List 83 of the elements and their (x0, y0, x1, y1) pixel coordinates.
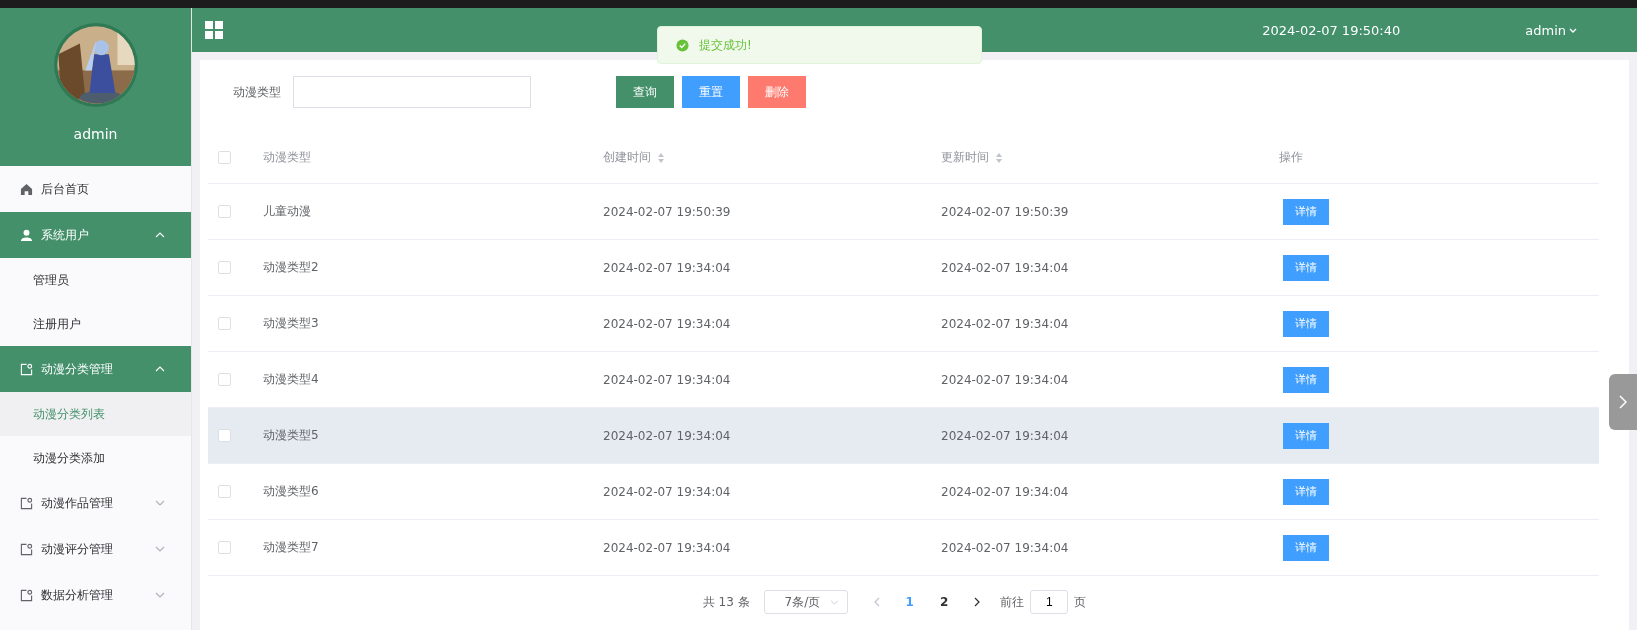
checkbox[interactable] (218, 485, 231, 498)
page-size-select[interactable]: 7条/页 (763, 590, 848, 614)
total-count: 共 13 条 (702, 593, 750, 611)
success-toast: 提交成功! (657, 26, 982, 64)
table-cell: 2024-02-07 19:34:04 (603, 372, 731, 387)
table-cell: 2024-02-07 19:34:04 (603, 260, 731, 275)
table-row[interactable]: 动漫类型7 2024-02-07 19:34:04 2024-02-07 19:34:04 详情 (208, 520, 1599, 576)
checkbox[interactable] (218, 151, 231, 164)
table-cell: 2024-02-07 19:34:04 (603, 316, 731, 331)
chevron-icon (155, 366, 165, 372)
page-number[interactable]: 2 (933, 595, 955, 609)
table-cell: 动漫类型3 (263, 316, 319, 330)
table-cell: 2024-02-07 19:50:39 (941, 204, 1069, 219)
caret-icon (1569, 27, 1577, 33)
checkbox[interactable] (218, 317, 231, 330)
chevron-icon (829, 599, 839, 605)
table-cell: 2024-02-07 19:34:04 (941, 540, 1069, 555)
action-button[interactable]: 查询 (616, 76, 674, 108)
sort-icon[interactable] (995, 151, 1003, 164)
document-icon (20, 542, 33, 556)
chevron-icon (155, 232, 165, 238)
table-cell: 动漫类型4 (263, 372, 319, 386)
table-cell: 动漫类型5 (263, 428, 319, 442)
column-header: 操作 (1279, 150, 1303, 164)
table-cell: 2024-02-07 19:34:04 (603, 484, 731, 499)
previous-page-icon[interactable] (873, 597, 880, 607)
table-cell: 2024-02-07 19:34:04 (941, 316, 1069, 331)
next-page-icon[interactable] (974, 597, 981, 607)
checkbox[interactable] (218, 541, 231, 554)
check-icon (676, 38, 689, 52)
submenu-item[interactable]: 注册用户 (0, 302, 191, 346)
menu-group[interactable]: 系统用户 (0, 212, 191, 258)
page-input[interactable]: 1 (1030, 590, 1069, 614)
table-cell: 2024-02-07 19:34:04 (603, 540, 731, 555)
table-cell: 2024-02-07 19:50:39 (603, 204, 731, 219)
menu-group[interactable]: 动漫分类管理 (0, 346, 191, 392)
table-cell: 2024-02-07 19:34:04 (603, 428, 731, 443)
document-icon (20, 362, 33, 376)
user-menu[interactable]: admin (1525, 22, 1577, 38)
home-icon (20, 182, 33, 196)
table-cell: 动漫类型7 (263, 540, 319, 554)
chevron-icon (155, 592, 165, 598)
table-row[interactable]: 动漫类型2 2024-02-07 19:34:04 2024-02-07 19:34:04 详情 (208, 240, 1599, 296)
submenu-item[interactable]: 管理员 (0, 258, 191, 302)
checkbox[interactable] (218, 429, 231, 442)
table-row[interactable]: 动漫类型3 2024-02-07 19:34:04 2024-02-07 19:34:04 详情 (208, 296, 1599, 352)
menu-group[interactable]: 动漫评分管理 (0, 526, 191, 572)
chevron-right-icon (1619, 395, 1627, 409)
column-header: 动漫类型 (263, 150, 311, 164)
document-icon (20, 588, 33, 602)
table-cell: 2024-02-07 19:34:04 (941, 372, 1069, 387)
table-row[interactable]: 儿童动漫 2024-02-07 19:50:39 2024-02-07 19:50:39 详情 (208, 184, 1599, 240)
search-field[interactable] (293, 76, 531, 108)
menu-icon[interactable] (204, 20, 224, 40)
chevron-icon (155, 500, 165, 506)
search-label: 动漫类型 (233, 83, 281, 101)
menu-group[interactable]: 数据分析管理 (0, 572, 191, 618)
column-header: 创建时间 (603, 149, 651, 166)
checkbox[interactable] (218, 261, 231, 274)
checkbox[interactable] (218, 205, 231, 218)
sort-icon[interactable] (657, 151, 665, 164)
submenu-item[interactable]: 动漫分类列表 (0, 392, 191, 436)
table-cell: 2024-02-07 19:34:04 (941, 484, 1069, 499)
table-cell: 2024-02-07 19:34:04 (941, 260, 1069, 275)
table-cell: 儿童动漫 (263, 204, 311, 218)
expand-tab[interactable] (1609, 374, 1637, 430)
table-cell: 动漫类型2 (263, 260, 319, 274)
user-name: admin (73, 126, 118, 142)
table-row[interactable]: 动漫类型5 2024-02-07 19:34:04 2024-02-07 19:34:04 详情 (208, 408, 1599, 464)
menu-item[interactable]: 后台首页 (0, 166, 191, 212)
chevron-icon (155, 546, 165, 552)
user-icon (20, 228, 33, 242)
table-cell: 2024-02-07 19:34:04 (941, 428, 1069, 443)
page-suffix: 页 (1074, 593, 1087, 611)
table-cell: 动漫类型6 (263, 484, 319, 498)
column-header: 更新时间 (941, 149, 989, 166)
table-row[interactable]: 动漫类型6 2024-02-07 19:34:04 2024-02-07 19:34:04 详情 (208, 464, 1599, 520)
checkbox[interactable] (218, 373, 231, 386)
submenu-item[interactable]: 动漫分类添加 (0, 436, 191, 480)
document-icon (20, 496, 33, 510)
date-time: 2024-02-07 19:50:40 (1262, 22, 1401, 38)
menu-group[interactable]: 动漫作品管理 (0, 480, 191, 526)
goto-label: 前往 (1000, 593, 1025, 611)
